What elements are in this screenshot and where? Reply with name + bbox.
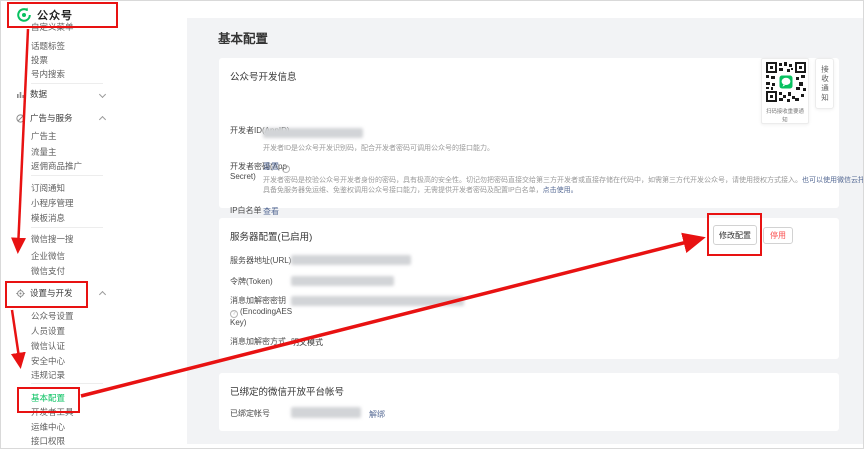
bound-account-value-redacted — [291, 407, 361, 418]
sidebar-item-basic-config-active[interactable]: 基本配置 — [31, 393, 65, 404]
appsecret-desc-line1: 开发者密码是校验公众号开发者身份的密码，具有极高的安全性。切记勿把密码直接交给第… — [263, 176, 864, 185]
sidebar-item-ops-center[interactable]: 运维中心 — [31, 422, 65, 433]
main-content: 基本配置 公众号开发信息 开发者ID(AppID) 开发者ID是公众号开发识别码… — [187, 18, 864, 444]
sidebar-item-account-settings[interactable]: 公众号设置 — [31, 311, 74, 322]
sidebar-item-api-permissions[interactable]: 接口权限 — [31, 436, 65, 447]
appid-value-redacted — [263, 128, 363, 138]
page-title: 基本配置 — [218, 28, 268, 47]
sidebar-item-topic-tags[interactable]: 话题标签 — [31, 41, 65, 52]
sidebar-item-in-account-search[interactable]: 号内搜索 — [31, 69, 65, 80]
sidebar-group-settings-label: 设置与开发 — [30, 288, 73, 299]
sidebar-item-subscribe-notice[interactable]: 订阅通知 — [31, 183, 65, 194]
qr-notify-panel: 扫码接收重要通知 — [761, 58, 809, 124]
chevron-down-icon — [99, 91, 106, 98]
help-icon[interactable]: ? — [230, 310, 238, 318]
sidebar-group-data-label: 数据 — [30, 89, 47, 100]
token-value-redacted — [291, 276, 394, 286]
aes-key-label-line1: 消息加解密密钥 — [230, 296, 286, 306]
aes-key-value-redacted — [291, 296, 464, 306]
sidebar-item-rebate-goods[interactable]: 返佣商品推广 — [31, 161, 82, 172]
appsecret-label-line2: Secret) — [230, 172, 256, 182]
sidebar-item-wechat-verify[interactable]: 微信认证 — [31, 341, 65, 352]
server-config-title: 服务器配置(已启用) — [230, 229, 312, 243]
sidebar-divider — [31, 227, 103, 228]
click-to-use-link[interactable]: 点击使用。 — [543, 187, 578, 194]
cloud-hosting-link[interactable]: 也可以使用微信云托管 — [802, 177, 864, 184]
sidebar-group-settings[interactable]: 设置与开发 — [16, 288, 73, 299]
sidebar-item-wechat-search[interactable]: 微信搜一搜 — [31, 234, 74, 245]
sidebar-item-custom-menu[interactable]: 自定义菜单 — [31, 22, 74, 33]
chevron-up-icon — [99, 116, 106, 123]
sidebar-item-template-message[interactable]: 模板消息 — [31, 213, 65, 224]
token-label: 令牌(Token) — [230, 277, 273, 287]
appsecret-reset-link[interactable]: 重置 — [263, 162, 279, 171]
sidebar-divider — [31, 83, 103, 84]
appsecret-desc-line2: 具备免服务器免运维、免鉴权调用公众号接口能力，无需提供开发者密码及配置IP白名单… — [263, 186, 578, 195]
modify-config-button[interactable]: 修改配置 — [713, 225, 757, 245]
chevron-up-icon — [99, 291, 106, 298]
unbind-link[interactable]: 解绑 — [369, 410, 385, 419]
mp-logo-icon — [16, 7, 32, 23]
sidebar-group-data[interactable]: 数据 — [16, 89, 47, 100]
sidebar-item-wechat-pay[interactable]: 微信支付 — [31, 266, 65, 277]
qr-caption: 扫码接收重要通知 — [764, 107, 805, 123]
appid-desc: 开发者ID是公众号开发识别码，配合开发者密码可调用公众号的接口能力。 — [263, 144, 494, 153]
card-dev-info: 公众号开发信息 开发者ID(AppID) 开发者ID是公众号开发识别码，配合开发… — [219, 58, 839, 208]
card-server-config: 服务器配置(已启用) 修改配置 停用 服务器地址(URL) 令牌(Token) … — [219, 218, 839, 359]
sidebar: 公众号 自定义菜单 话题标签 投票 号内搜索 数据 广告与服务 广告主 流量主 … — [1, 1, 187, 449]
sidebar-item-miniprogram-mgmt[interactable]: 小程序管理 — [31, 198, 74, 209]
aes-key-label-line2: ?(EncodingAES — [230, 307, 292, 318]
help-icon[interactable]: ? — [282, 165, 290, 173]
aes-key-label-line3: Key) — [230, 318, 246, 328]
sidebar-item-developer-tools[interactable]: 开发者工具 — [31, 407, 74, 418]
sidebar-item-security-center[interactable]: 安全中心 — [31, 356, 65, 367]
gear-icon — [16, 289, 25, 298]
sidebar-group-ads-label: 广告与服务 — [30, 113, 73, 124]
sidebar-divider — [31, 383, 103, 384]
ip-whitelist-view-link[interactable]: 查看 — [263, 207, 279, 216]
dev-info-title: 公众号开发信息 — [230, 69, 297, 83]
qr-code — [766, 62, 806, 102]
sidebar-item-advertiser[interactable]: 广告主 — [31, 131, 57, 142]
server-url-value-redacted — [291, 255, 411, 265]
sidebar-divider — [31, 175, 103, 176]
data-chart-icon — [16, 90, 25, 99]
receive-notice-tab-label: 接收通知 — [820, 65, 830, 103]
aes-label-text: (EncodingAES — [240, 307, 292, 316]
encrypt-mode-label: 消息加解密方式 — [230, 337, 286, 347]
ip-whitelist-label: IP白名单 — [230, 206, 262, 216]
card-bound-account: 已绑定的微信开放平台帐号 已绑定帐号 解绑 — [219, 373, 839, 431]
server-url-label: 服务器地址(URL) — [230, 256, 291, 266]
brand-label: 公众号 — [37, 7, 73, 23]
receive-notice-tab[interactable]: 接收通知 — [815, 58, 834, 109]
sidebar-item-traffic-owner[interactable]: 流量主 — [31, 147, 57, 158]
appsecret-desc-text: 开发者密码是校验公众号开发者身份的密码，具有极高的安全性。切记勿把密码直接交给第… — [263, 177, 802, 184]
disable-button[interactable]: 停用 — [763, 227, 793, 244]
wechat-mp-admin-page: 公众号 自定义菜单 话题标签 投票 号内搜索 数据 广告与服务 广告主 流量主 … — [0, 0, 864, 449]
appsecret-desc-text2: 具备免服务器免运维、免鉴权调用公众号接口能力，无需提供开发者密码及配置IP白名单… — [263, 187, 543, 194]
sidebar-group-ads[interactable]: 广告与服务 — [16, 113, 73, 124]
sidebar-item-vote[interactable]: 投票 — [31, 55, 48, 66]
encrypt-mode-value: 明文模式 — [291, 337, 323, 348]
bound-account-label: 已绑定帐号 — [230, 409, 270, 419]
bound-account-title: 已绑定的微信开放平台帐号 — [230, 384, 344, 398]
sidebar-item-wecom[interactable]: 企业微信 — [31, 251, 65, 262]
ads-service-icon — [16, 114, 25, 123]
sidebar-item-staff-settings[interactable]: 人员设置 — [31, 326, 65, 337]
sidebar-item-violation-record[interactable]: 违规记录 — [31, 370, 65, 381]
